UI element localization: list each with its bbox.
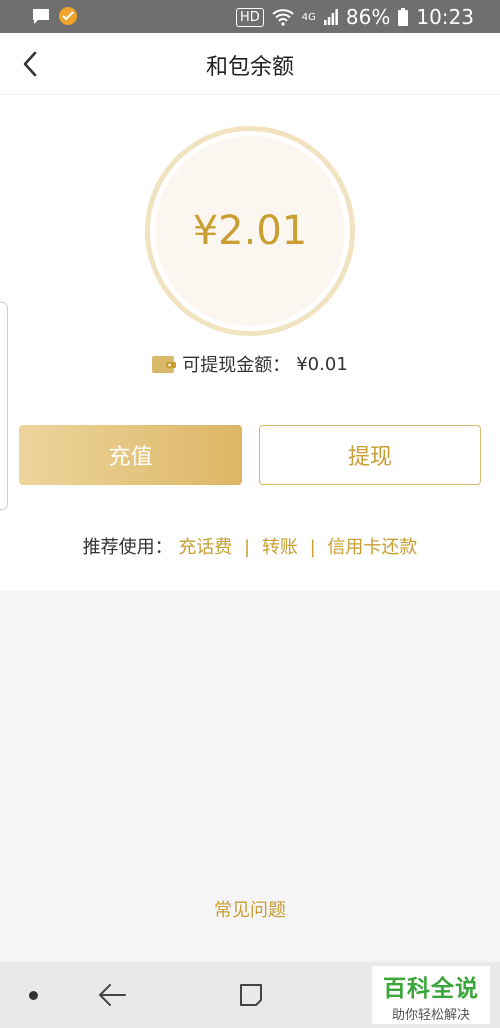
signal-icon: [323, 9, 338, 25]
withdrawable-label: 可提现金额：: [182, 355, 291, 376]
faq-link[interactable]: 常见问题: [0, 896, 500, 922]
network-type: 4G: [301, 11, 316, 23]
message-icon: [33, 8, 49, 24]
status-bar-right: HD 4G 86% 10:23: [235, 5, 474, 29]
verified-badge-icon: [59, 7, 77, 25]
balance-card: ¥2.01 可提现金额： ¥0.01 充值 提现 推荐使用： 充话费 | 转账 …: [0, 95, 500, 591]
recommend-label: 推荐使用：: [82, 537, 173, 558]
separator: |: [244, 537, 251, 558]
clock: 10:23: [416, 5, 474, 29]
wallet-icon: [152, 356, 177, 373]
side-panel-handle[interactable]: [0, 302, 8, 510]
battery-icon: [398, 8, 409, 26]
status-bar: HD 4G 86% 10:23: [0, 0, 500, 33]
recharge-phone-link[interactable]: 充话费: [178, 537, 232, 558]
withdraw-button[interactable]: 提现: [259, 425, 481, 485]
nav-recent-apps-icon[interactable]: [238, 982, 264, 1008]
status-bar-left: [32, 6, 78, 26]
hd-badge: HD: [235, 7, 264, 27]
recommend-row: 推荐使用： 充话费 | 转账 | 信用卡还款: [0, 533, 500, 559]
wifi-icon: [272, 8, 294, 26]
withdrawable-row: 可提现金额： ¥0.01: [0, 351, 500, 377]
recharge-button[interactable]: 充值: [19, 425, 242, 485]
separator: |: [309, 537, 316, 558]
battery-percent: 86%: [345, 5, 391, 29]
watermark-title: 百科全说: [383, 976, 479, 1002]
balance-amount: ¥2.01: [192, 208, 308, 254]
nav-dot-icon[interactable]: [29, 991, 38, 1000]
nav-back-icon[interactable]: [97, 982, 127, 1008]
page-title: 和包余额: [205, 55, 294, 80]
watermark-subtitle: 助你轻松解决: [391, 1008, 470, 1023]
top-app-bar: 和包余额: [0, 33, 500, 95]
system-nav-bar: 百科全说 助你轻松解决: [0, 962, 500, 1028]
credit-card-repayment-link[interactable]: 信用卡还款: [327, 537, 417, 558]
transfer-link[interactable]: 转账: [262, 537, 298, 558]
watermark-logo: 百科全说 助你轻松解决: [372, 966, 490, 1024]
withdrawable-value: ¥0.01: [296, 353, 348, 375]
